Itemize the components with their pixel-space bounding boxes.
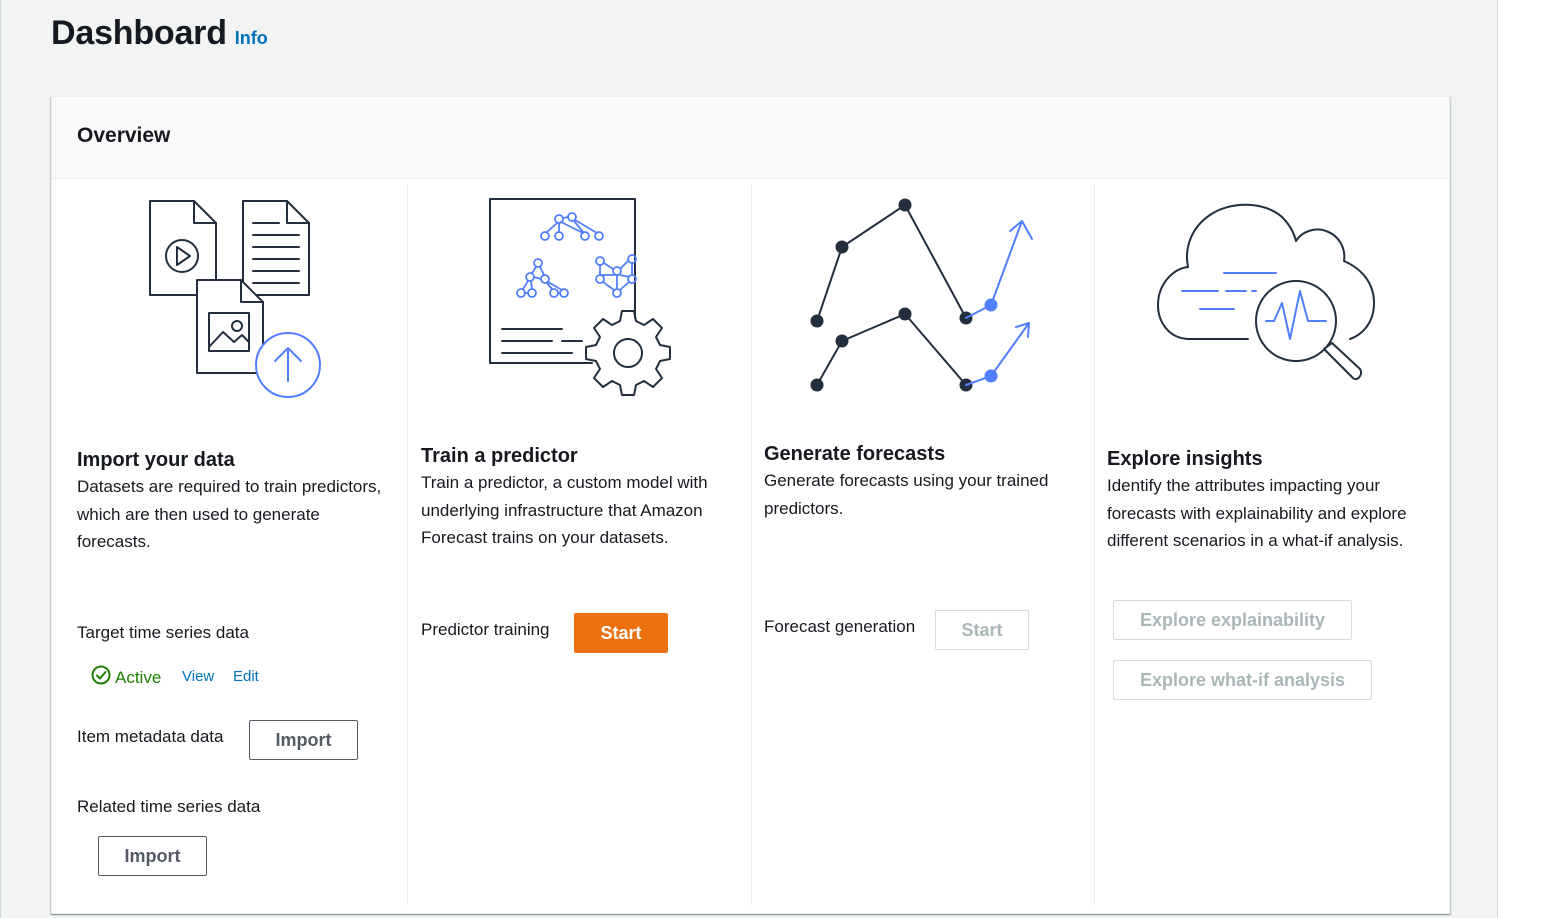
item-metadata-label: Item metadata data <box>77 727 224 746</box>
edit-target-link[interactable]: Edit <box>233 668 259 685</box>
check-circle-icon <box>91 665 111 690</box>
train-step-description: Train a predictor, a custom model with u… <box>421 473 708 547</box>
explore-explainability-button[interactable]: Explore explainability <box>1113 600 1352 640</box>
explore-whatif-button[interactable]: Explore what-if analysis <box>1113 660 1372 700</box>
forecast-step-description: Generate forecasts using your trained pr… <box>764 471 1049 518</box>
app-content: Dashboard Info Overview Import your data… <box>0 0 1498 918</box>
info-link[interactable]: Info <box>235 28 268 49</box>
target-data-label: Target time series data <box>77 623 249 642</box>
target-data-status: Active <box>91 665 161 690</box>
import-step-description: Datasets are required to train predictor… <box>77 477 382 551</box>
import-related-button[interactable]: Import <box>98 836 207 876</box>
insights-step-description: Identify the attributes impacting your f… <box>1107 476 1407 550</box>
import-item-metadata-button[interactable]: Import <box>249 720 358 760</box>
column-divider <box>407 185 408 905</box>
column-divider <box>751 185 752 905</box>
insights-step-title: Explore insights <box>1107 448 1263 470</box>
column-divider <box>1094 185 1095 905</box>
overview-title: Overview <box>77 124 171 147</box>
view-target-link[interactable]: View <box>182 668 214 685</box>
train-predictor-icon <box>482 193 682 403</box>
page-title: Dashboard <box>51 14 227 52</box>
import-step-title: Import your data <box>77 449 235 471</box>
import-data-icon <box>142 195 332 410</box>
page-header: Dashboard Info <box>51 14 268 53</box>
start-predictor-button[interactable]: Start <box>574 613 668 653</box>
forecast-chart-icon <box>804 195 1044 400</box>
overview-card: Overview Import your data Datasets are r… <box>51 96 1450 914</box>
forecast-generation-label: Forecast generation <box>764 617 916 636</box>
cloud-insights-icon <box>1152 197 1382 402</box>
start-forecast-button[interactable]: Start <box>935 610 1029 650</box>
predictor-training-label: Predictor training <box>421 620 550 639</box>
status-text: Active <box>115 667 162 687</box>
overview-header: Overview <box>52 97 1449 179</box>
related-data-label: Related time series data <box>77 797 261 816</box>
train-step-title: Train a predictor <box>421 445 578 467</box>
forecast-step-title: Generate forecasts <box>764 443 946 465</box>
